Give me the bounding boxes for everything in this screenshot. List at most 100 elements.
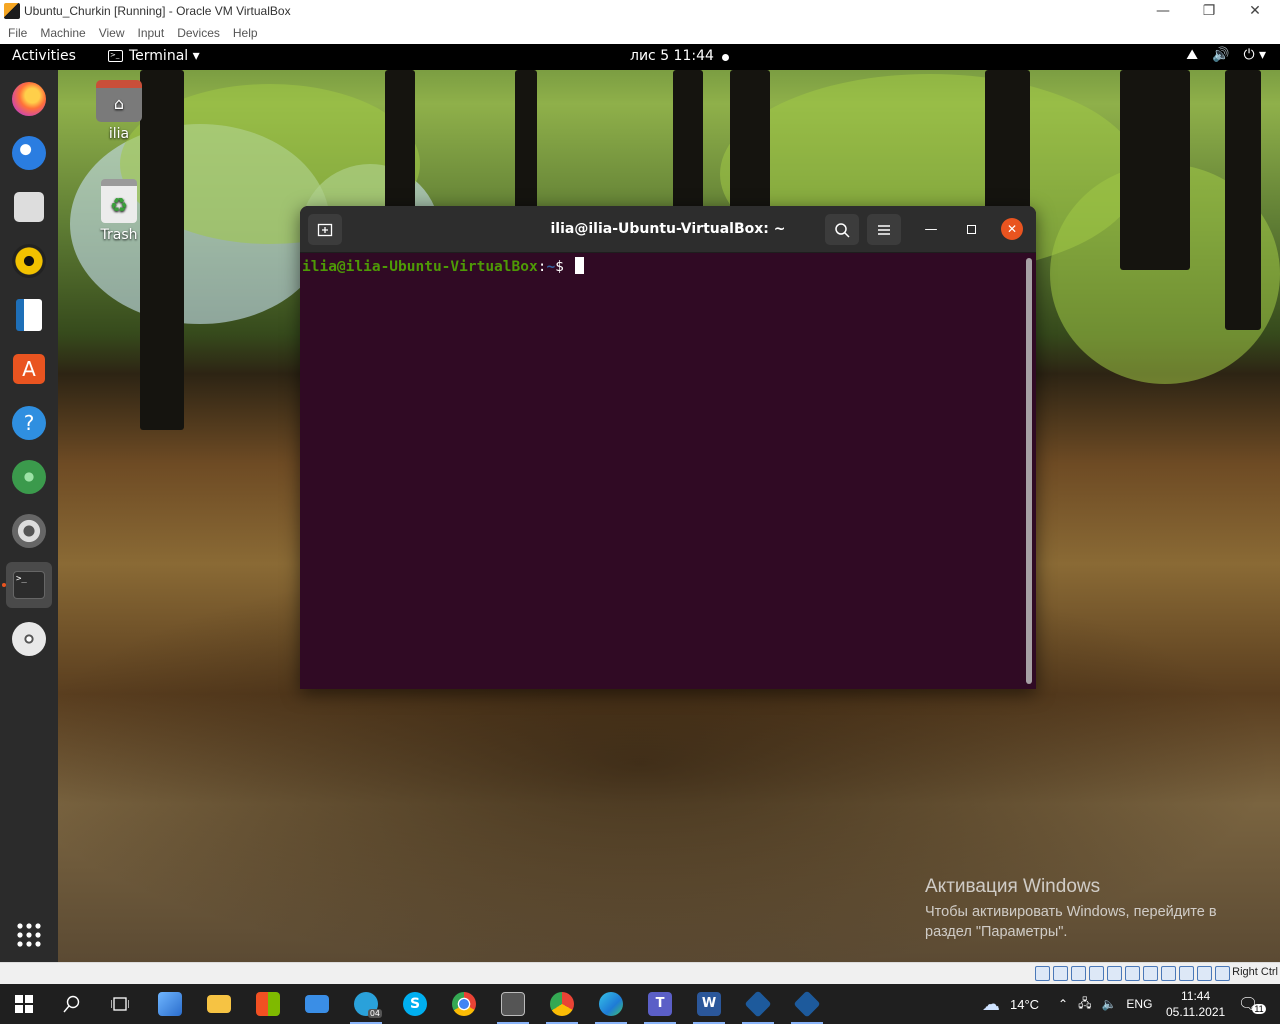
prompt-path: ~ bbox=[546, 259, 556, 275]
terminal-minimize-button[interactable]: — bbox=[920, 218, 942, 240]
word-icon: W bbox=[697, 992, 721, 1016]
terminal-output[interactable]: ilia@ilia-Ubuntu-VirtualBox:~$ bbox=[300, 253, 1036, 689]
chevron-up-icon[interactable]: ⌃ bbox=[1058, 997, 1068, 1011]
dock-rhythmbox[interactable] bbox=[6, 238, 52, 284]
task-view-button[interactable] bbox=[96, 984, 144, 1024]
taskbar-app-virtualbox[interactable] bbox=[734, 984, 782, 1024]
network-icon[interactable] bbox=[1089, 966, 1104, 981]
wallpaper-tree bbox=[673, 70, 703, 210]
text-cursor bbox=[574, 257, 584, 274]
optical-drive-icon[interactable] bbox=[1053, 966, 1068, 981]
dock-terminal[interactable]: >_ bbox=[6, 562, 52, 608]
atom-icon bbox=[12, 460, 46, 494]
terminal-close-button[interactable]: ✕ bbox=[1001, 218, 1023, 240]
hdd-icon[interactable] bbox=[1035, 966, 1050, 981]
taskbar-app-edge[interactable] bbox=[587, 984, 635, 1024]
maximize-icon bbox=[966, 224, 976, 234]
power-icon: ⏻ ▾ bbox=[1243, 47, 1266, 63]
dock-help[interactable]: ? bbox=[6, 400, 52, 446]
taskbar-app-virtualbox-vm[interactable] bbox=[783, 984, 831, 1024]
wallpaper-tree bbox=[1120, 70, 1190, 270]
recording-icon[interactable] bbox=[1161, 966, 1176, 981]
dock-dvd[interactable] bbox=[6, 616, 52, 662]
dock-thunderbird[interactable] bbox=[6, 130, 52, 176]
volume-icon[interactable]: 🔈 bbox=[1101, 997, 1116, 1011]
windows-activation-watermark: Активация Windows Чтобы активировать Win… bbox=[925, 876, 1255, 942]
store-icon bbox=[256, 992, 280, 1016]
menu-input[interactable]: Input bbox=[138, 26, 165, 40]
thunderbird-icon bbox=[12, 136, 46, 170]
taskbar-app-chrome-profile[interactable] bbox=[538, 984, 586, 1024]
taskbar-app-mail[interactable] bbox=[293, 984, 341, 1024]
firefox-icon bbox=[12, 82, 46, 116]
keyboard-capture-icon[interactable] bbox=[1215, 966, 1230, 981]
taskbar-app-snipping[interactable] bbox=[489, 984, 537, 1024]
hamburger-menu-button[interactable] bbox=[867, 214, 901, 245]
menu-view[interactable]: View bbox=[99, 26, 125, 40]
search-button[interactable] bbox=[48, 984, 96, 1024]
show-applications-button[interactable] bbox=[6, 912, 52, 958]
language-indicator[interactable]: ENG bbox=[1126, 997, 1152, 1011]
system-tray[interactable]: ⌃ 🖧 🔈 ENG bbox=[1058, 984, 1152, 1024]
taskbar-app-chrome[interactable] bbox=[440, 984, 488, 1024]
close-icon: ✕ bbox=[1006, 222, 1018, 236]
app-grid-icon bbox=[17, 923, 41, 947]
usb-icon[interactable] bbox=[1107, 966, 1122, 981]
menu-file[interactable]: File bbox=[8, 26, 27, 40]
dock-firefox[interactable] bbox=[6, 76, 52, 122]
weather-widget[interactable]: ☁ 14°C bbox=[982, 984, 1039, 1024]
start-button[interactable] bbox=[0, 984, 48, 1024]
taskbar-clock[interactable]: 11:44 05.11.2021 bbox=[1166, 984, 1225, 1024]
prompt-user: ilia@ilia-Ubuntu-VirtualBox bbox=[302, 259, 538, 275]
menu-devices[interactable]: Devices bbox=[177, 26, 220, 40]
files-icon bbox=[14, 192, 44, 222]
dock-software[interactable]: A bbox=[6, 346, 52, 392]
system-menu[interactable]: ⛰ 🔊 ⏻ ▾ bbox=[1186, 47, 1266, 63]
audio-icon[interactable] bbox=[1071, 966, 1086, 981]
terminal-headerbar[interactable]: ilia@ilia-Ubuntu-VirtualBox: ~ — ✕ bbox=[300, 206, 1036, 253]
guest-screen: Activities >_ Terminal ▾ лис 5 11:44 ⛰ 🔊… bbox=[0, 44, 1280, 962]
cpu-icon[interactable] bbox=[1179, 966, 1194, 981]
restore-button[interactable]: ❐ bbox=[1186, 0, 1232, 22]
help-icon: ? bbox=[12, 406, 46, 440]
menu-machine[interactable]: Machine bbox=[40, 26, 85, 40]
search-button[interactable] bbox=[825, 214, 859, 245]
menu-help[interactable]: Help bbox=[233, 26, 258, 40]
window-title: Ubuntu_Churkin [Running] - Oracle VM Vir… bbox=[24, 4, 291, 18]
software-icon: A bbox=[13, 354, 45, 384]
dock-files[interactable] bbox=[6, 184, 52, 230]
minimize-button[interactable]: — bbox=[1140, 0, 1186, 22]
virtualbox-icon bbox=[4, 3, 20, 19]
terminal-window[interactable]: ilia@ilia-Ubuntu-VirtualBox: ~ — ✕ ilia@… bbox=[300, 206, 1036, 689]
activities-button[interactable]: Activities bbox=[12, 48, 76, 64]
vbox-titlebar: Ubuntu_Churkin [Running] - Oracle VM Vir… bbox=[0, 0, 1280, 22]
clock[interactable]: лис 5 11:44 bbox=[630, 48, 714, 64]
taskbar-date: 05.11.2021 bbox=[1166, 1005, 1226, 1019]
taskbar-app-teams[interactable]: T bbox=[636, 984, 684, 1024]
vbox-device-icons bbox=[1035, 966, 1230, 981]
taskbar-app-skype[interactable]: S bbox=[391, 984, 439, 1024]
close-button[interactable]: ✕ bbox=[1232, 0, 1278, 22]
shared-folder-icon[interactable] bbox=[1125, 966, 1140, 981]
taskbar-app-word[interactable]: W bbox=[685, 984, 733, 1024]
desktop-trash[interactable]: ♻ Trash bbox=[84, 179, 154, 243]
mouse-integration-icon[interactable] bbox=[1197, 966, 1212, 981]
telegram-badge: 04 bbox=[367, 1009, 382, 1018]
display-icon[interactable] bbox=[1143, 966, 1158, 981]
dock-libreoffice-writer[interactable] bbox=[6, 292, 52, 338]
prompt-sign: $ bbox=[555, 259, 573, 275]
taskbar-app-telegram[interactable]: 04 bbox=[342, 984, 390, 1024]
chrome-icon bbox=[452, 992, 476, 1016]
app-menu[interactable]: >_ Terminal ▾ bbox=[108, 48, 200, 64]
network-icon[interactable]: 🖧 bbox=[1078, 994, 1091, 1015]
terminal-maximize-button[interactable] bbox=[960, 218, 982, 240]
notification-center-button[interactable]: 🗨 11 bbox=[1238, 984, 1266, 1024]
notification-dot bbox=[722, 54, 729, 61]
dock-settings[interactable] bbox=[6, 508, 52, 554]
desktop-home-folder[interactable]: ⌂ ilia bbox=[84, 80, 154, 142]
taskbar-app-explorer[interactable] bbox=[195, 984, 243, 1024]
dock-atom[interactable] bbox=[6, 454, 52, 500]
terminal-scrollbar[interactable] bbox=[1026, 258, 1032, 684]
taskbar-app-vm[interactable] bbox=[146, 984, 194, 1024]
taskbar-app-store[interactable] bbox=[244, 984, 292, 1024]
